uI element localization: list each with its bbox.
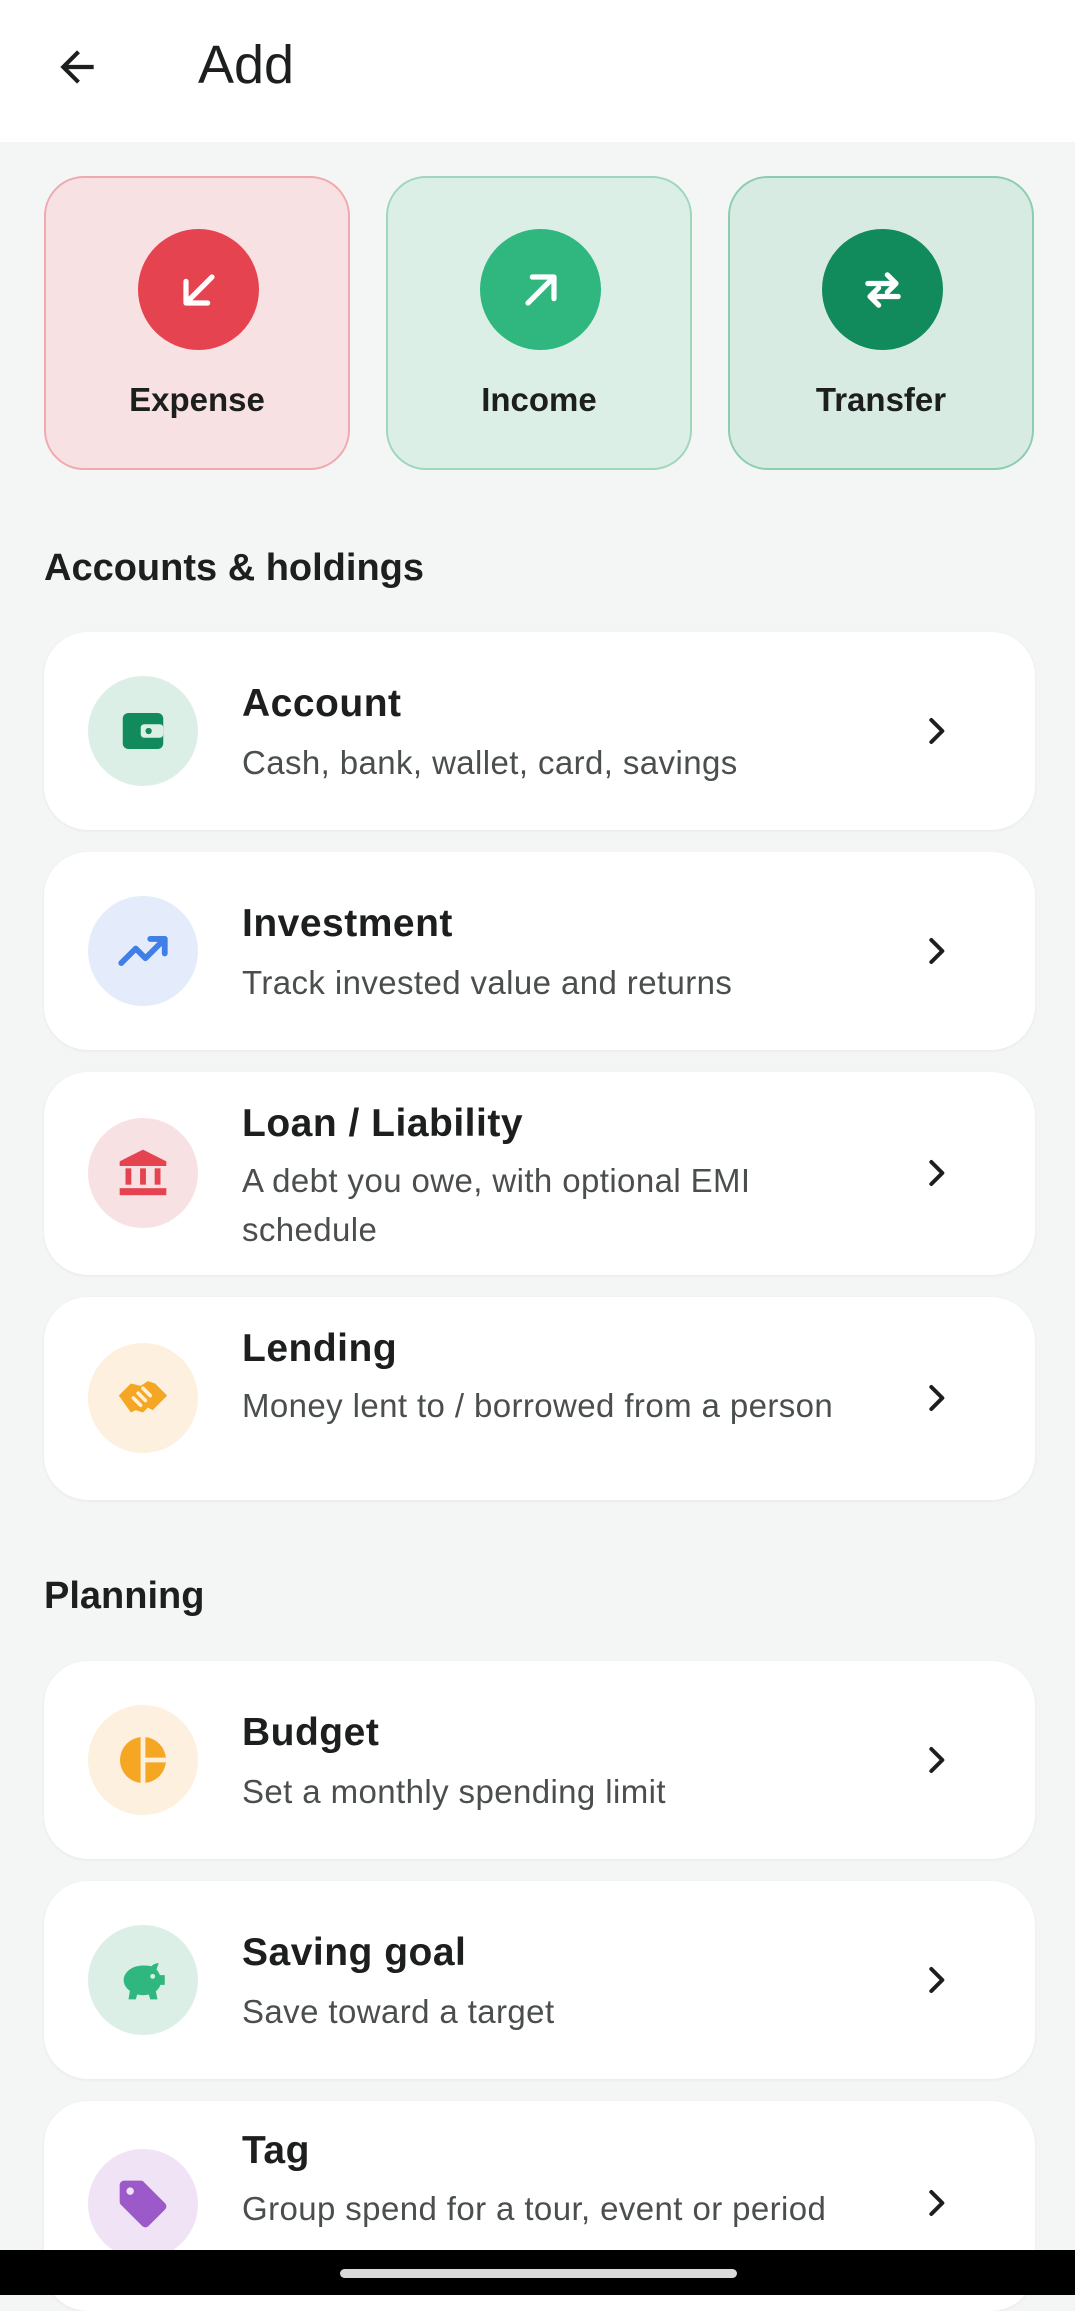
pie-chart-icon [88,1705,198,1815]
bank-icon [88,1118,198,1228]
wallet-icon [88,676,198,786]
income-label: Income [481,381,597,418]
chevron-right-icon [917,1740,957,1780]
chevron-right-icon [917,1960,957,2000]
item-subtitle: A debt you owe, with optional EMI schedu… [242,1162,751,1248]
chevron-right-icon [917,931,957,971]
expense-button[interactable]: Expense [44,176,350,470]
page-title: Add [198,35,295,95]
list-item-saving-goal[interactable]: Saving goal Save toward a target [44,1881,1035,2079]
item-title: Lending [242,1327,398,1370]
item-subtitle: Track invested value and returns [242,964,733,1001]
item-title: Saving goal [242,1931,467,1974]
arrow-up-right-icon [480,229,601,350]
system-nav-bar [0,2250,1075,2295]
item-title: Tag [242,2129,310,2172]
chevron-right-icon [917,1153,957,1193]
chevron-right-icon [917,711,957,751]
item-title: Investment [242,902,453,945]
list-item-budget[interactable]: Budget Set a monthly spending limit [44,1661,1035,1859]
list-item-lending[interactable]: Lending Money lent to / borrowed from a … [44,1297,1035,1500]
list-item-investment[interactable]: Investment Track invested value and retu… [44,852,1035,1050]
list-item-loan-liability[interactable]: Loan / Liability A debt you owe, with op… [44,1072,1035,1275]
section-title-accounts: Accounts & holdings [44,547,424,589]
app-bar: Add [0,0,1075,142]
item-subtitle: Group spend for a tour, event or period [242,2190,827,2227]
item-title: Budget [242,1711,380,1754]
piggy-bank-icon [88,1925,198,2035]
tag-icon [88,2149,198,2259]
item-subtitle: Cash, bank, wallet, card, savings [242,744,738,781]
item-subtitle: Save toward a target [242,1993,555,2030]
arrow-down-left-icon [138,229,259,350]
back-button[interactable] [40,30,114,104]
item-subtitle: Set a monthly spending limit [242,1773,666,1810]
transfer-button[interactable]: Transfer [728,176,1034,470]
swap-arrows-icon [822,229,943,350]
chevron-right-icon [917,2183,957,2223]
list-item-account[interactable]: Account Cash, bank, wallet, card, saving… [44,632,1035,830]
handshake-icon [88,1343,198,1453]
trending-up-icon [88,896,198,1006]
section-title-planning: Planning [44,1575,205,1617]
item-title: Account [242,682,402,725]
chevron-right-icon [917,1378,957,1418]
arrow-back-icon [52,42,102,92]
transfer-label: Transfer [815,381,947,418]
income-button[interactable]: Income [386,176,692,470]
expense-label: Expense [129,381,265,418]
item-subtitle: Money lent to / borrowed from a person [242,1387,834,1424]
item-title: Loan / Liability [242,1102,524,1145]
home-gesture-handle[interactable] [340,2269,737,2278]
